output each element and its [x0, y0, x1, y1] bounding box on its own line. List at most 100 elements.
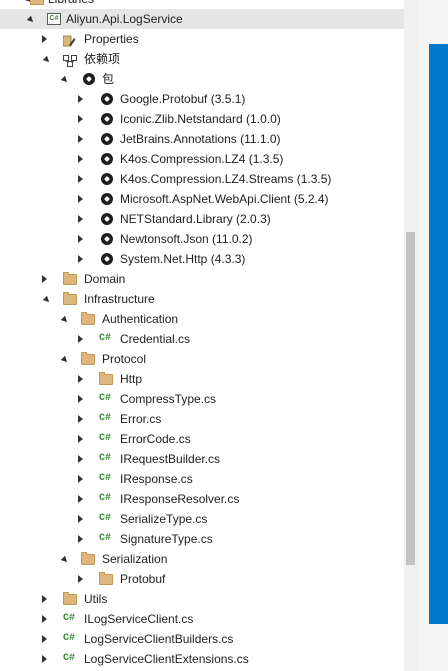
expand-arrow-icon[interactable]	[78, 495, 83, 503]
expand-arrow-icon[interactable]	[78, 515, 83, 523]
file-item[interactable]: C# IResponse.cs	[0, 469, 404, 489]
expand-arrow-icon[interactable]	[78, 415, 83, 423]
file-label: LogServiceClientBuilders.cs	[84, 632, 234, 646]
package-icon	[101, 213, 113, 225]
tree-item-protobuf[interactable]: Protobuf	[0, 569, 404, 589]
package-item[interactable]: Google.Protobuf (3.5.1)	[0, 89, 404, 109]
expand-arrow-icon[interactable]	[42, 615, 47, 623]
package-item[interactable]: JetBrains.Annotations (11.1.0)	[0, 129, 404, 149]
tree-item-serialization[interactable]: Serialization	[0, 549, 404, 569]
package-icon	[101, 113, 113, 125]
folder-icon	[30, 0, 44, 5]
tree-item-http[interactable]: Http	[0, 369, 404, 389]
tree-item-protocol[interactable]: Protocol	[0, 349, 404, 369]
csharp-file-icon: C#	[99, 493, 112, 504]
expand-arrow-icon[interactable]	[42, 295, 52, 305]
expand-arrow-icon[interactable]	[78, 155, 83, 163]
package-label: Microsoft.AspNet.WebApi.Client (5.2.4)	[120, 192, 329, 206]
file-item[interactable]: C# LogServiceClientExtensions.cs	[0, 649, 404, 669]
package-label: K4os.Compression.LZ4 (1.3.5)	[120, 152, 284, 166]
expand-arrow-icon[interactable]	[78, 475, 83, 483]
package-item[interactable]: K4os.Compression.LZ4.Streams (1.3.5)	[0, 169, 404, 189]
tree-item-domain[interactable]: Domain	[0, 269, 404, 289]
vertical-scrollbar-thumb[interactable]	[406, 232, 415, 565]
expand-arrow-icon[interactable]	[78, 575, 83, 583]
file-label: ILogServiceClient.cs	[84, 612, 194, 626]
file-item[interactable]: C# SerializeType.cs	[0, 509, 404, 529]
tree-item-label: Aliyun.Api.LogService	[66, 12, 183, 26]
package-icon	[101, 153, 113, 165]
expand-arrow-icon[interactable]	[60, 315, 70, 325]
file-label: Error.cs	[120, 412, 162, 426]
tree-item-properties[interactable]: Properties	[0, 29, 404, 49]
file-item[interactable]: C# CompressType.cs	[0, 389, 404, 409]
file-item[interactable]: C# SignatureType.cs	[0, 529, 404, 549]
solution-explorer-tree: Libraries C# Aliyun.Api.LogService Prope…	[0, 0, 404, 669]
expand-arrow-icon[interactable]	[42, 635, 47, 643]
package-item[interactable]: NETStandard.Library (2.0.3)	[0, 209, 404, 229]
tree-item-packages[interactable]: 包	[0, 69, 404, 89]
expand-arrow-icon[interactable]	[78, 335, 83, 343]
expand-arrow-icon[interactable]	[42, 55, 52, 65]
file-item[interactable]: C# Error.cs	[0, 409, 404, 429]
package-label: K4os.Compression.LZ4.Streams (1.3.5)	[120, 172, 332, 186]
expand-arrow-icon[interactable]	[78, 455, 83, 463]
file-label: CompressType.cs	[120, 392, 217, 406]
expand-arrow-icon[interactable]	[60, 355, 70, 365]
package-icon	[101, 173, 113, 185]
expand-arrow-icon[interactable]	[78, 375, 83, 383]
folder-icon	[99, 372, 113, 385]
package-label: Iconic.Zlib.Netstandard (1.0.0)	[120, 112, 281, 126]
package-item[interactable]: Newtonsoft.Json (11.0.2)	[0, 229, 404, 249]
expand-arrow-icon[interactable]	[78, 435, 83, 443]
tree-item-authentication[interactable]: Authentication	[0, 309, 404, 329]
tree-item-libraries[interactable]: Libraries	[0, 0, 404, 9]
expand-arrow-icon[interactable]	[60, 75, 70, 85]
tree-item-dependencies[interactable]: 依赖项	[0, 49, 404, 69]
package-icon	[101, 193, 113, 205]
package-item[interactable]: K4os.Compression.LZ4 (1.3.5)	[0, 149, 404, 169]
expand-arrow-icon[interactable]	[78, 535, 83, 543]
csharp-file-icon: C#	[99, 413, 112, 424]
expand-arrow-icon[interactable]	[78, 195, 83, 203]
csharp-project-icon: C#	[47, 13, 61, 25]
tree-item-infrastructure[interactable]: Infrastructure	[0, 289, 404, 309]
expand-arrow-icon[interactable]	[78, 255, 83, 263]
expand-arrow-icon[interactable]	[78, 115, 83, 123]
expand-arrow-icon[interactable]	[78, 175, 83, 183]
folder-icon	[63, 592, 77, 605]
file-label: SerializeType.cs	[120, 512, 208, 526]
tree-item-project[interactable]: C# Aliyun.Api.LogService	[0, 9, 404, 29]
expand-arrow-icon[interactable]	[42, 35, 47, 43]
expand-arrow-icon[interactable]	[78, 395, 83, 403]
csharp-file-icon: C#	[99, 473, 112, 484]
file-item[interactable]: C# ILogServiceClient.cs	[0, 609, 404, 629]
tree-item-label: Libraries	[48, 0, 94, 9]
package-item[interactable]: System.Net.Http (4.3.3)	[0, 249, 404, 269]
file-item[interactable]: C# ErrorCode.cs	[0, 429, 404, 449]
package-icon	[83, 73, 95, 85]
expand-arrow-icon[interactable]	[42, 595, 47, 603]
expand-arrow-icon[interactable]	[42, 275, 47, 283]
csharp-file-icon: C#	[99, 393, 112, 404]
tree-item-utils[interactable]: Utils	[0, 589, 404, 609]
file-item[interactable]: C# LogServiceClientBuilders.cs	[0, 629, 404, 649]
package-item[interactable]: Microsoft.AspNet.WebApi.Client (5.2.4)	[0, 189, 404, 209]
expand-arrow-icon[interactable]	[60, 555, 70, 565]
expand-arrow-icon[interactable]	[26, 15, 36, 25]
tree-item-label: Utils	[84, 592, 108, 606]
tree-item-label: Protobuf	[120, 572, 166, 586]
expand-arrow-icon[interactable]	[78, 135, 83, 143]
file-label: IResponseResolver.cs	[120, 492, 240, 506]
expand-arrow-icon[interactable]	[78, 235, 83, 243]
file-label: IRequestBuilder.cs	[120, 452, 221, 466]
tree-item-credential[interactable]: C# Credential.cs	[0, 329, 404, 349]
file-item[interactable]: C# IResponseResolver.cs	[0, 489, 404, 509]
package-icon	[101, 133, 113, 145]
expand-arrow-icon[interactable]	[78, 215, 83, 223]
file-item[interactable]: C# IRequestBuilder.cs	[0, 449, 404, 469]
expand-arrow-icon[interactable]	[42, 655, 47, 663]
expand-arrow-icon[interactable]	[78, 95, 83, 103]
file-label: ErrorCode.cs	[120, 432, 191, 446]
package-item[interactable]: Iconic.Zlib.Netstandard (1.0.0)	[0, 109, 404, 129]
